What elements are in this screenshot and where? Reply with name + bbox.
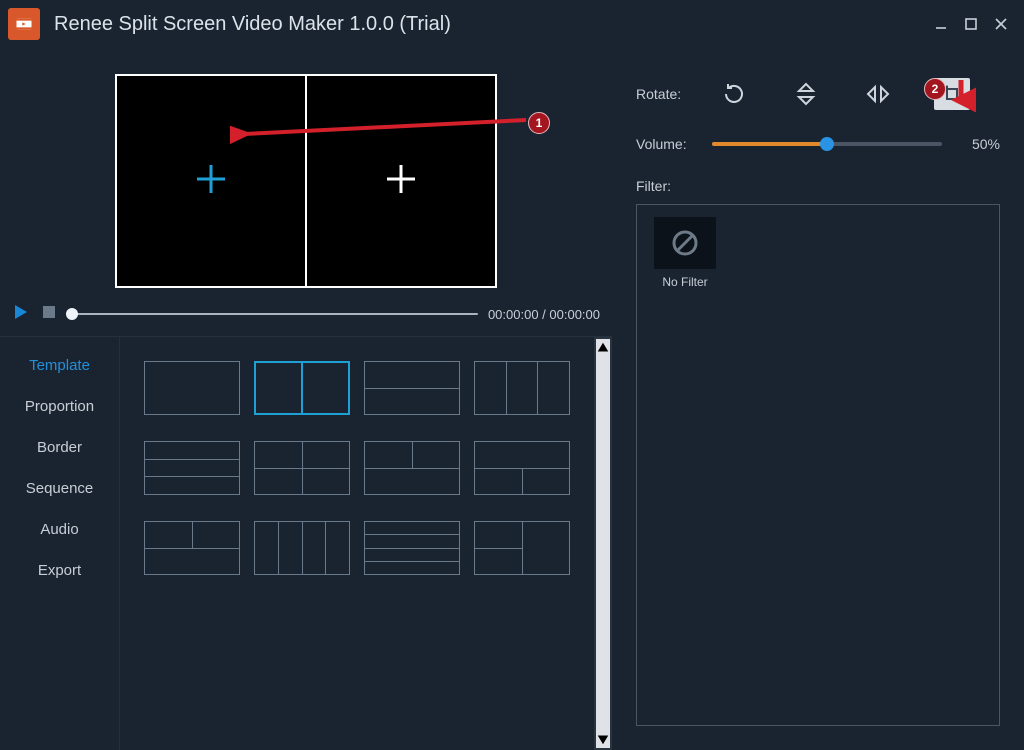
- scroll-down-icon[interactable]: [596, 730, 610, 748]
- filter-label: Filter:: [636, 178, 1000, 194]
- tab-audio[interactable]: Audio: [0, 509, 119, 550]
- close-button[interactable]: [990, 13, 1012, 35]
- scroll-up-icon[interactable]: [596, 339, 610, 357]
- template-mix-b[interactable]: [474, 521, 570, 575]
- template-1x1[interactable]: [144, 361, 240, 415]
- timecode: 00:00:00 / 00:00:00: [488, 307, 600, 322]
- rotate-row: Rotate:: [636, 78, 1000, 110]
- volume-label: Volume:: [636, 136, 708, 152]
- right-panel: Rotate: Volume:: [612, 48, 1024, 750]
- title-bar: Renee Split Screen Video Maker 1.0.0 (Tr…: [0, 0, 1024, 48]
- template-4x1[interactable]: [364, 521, 460, 575]
- template-l-shape-b[interactable]: [474, 441, 570, 495]
- preview-cell-left[interactable]: [117, 76, 305, 286]
- filter-no-filter[interactable]: No Filter: [649, 217, 721, 289]
- tab-export[interactable]: Export: [0, 550, 119, 591]
- volume-row: Volume: 50%: [636, 136, 1000, 152]
- playback-bar: 00:00:00 / 00:00:00: [0, 288, 612, 336]
- timeline-slider[interactable]: [68, 313, 478, 315]
- template-scrollbar[interactable]: [594, 337, 612, 750]
- maximize-button[interactable]: [960, 13, 982, 35]
- tab-sequence[interactable]: Sequence: [0, 468, 119, 509]
- add-clip-icon: [191, 159, 231, 204]
- annotation-badge-1: 1: [528, 112, 550, 134]
- side-tabs: Template Proportion Border Sequence Audi…: [0, 337, 120, 750]
- window-controls: [930, 13, 1016, 35]
- template-1x4[interactable]: [254, 521, 350, 575]
- template-3x1[interactable]: [144, 441, 240, 495]
- annotation-badge-2: 2: [924, 78, 946, 100]
- play-button[interactable]: [12, 303, 30, 326]
- volume-slider[interactable]: [712, 142, 942, 146]
- filter-name: No Filter: [662, 275, 707, 289]
- rotate-label: Rotate:: [636, 86, 708, 102]
- template-2x1[interactable]: [364, 361, 460, 415]
- template-grid: [120, 337, 594, 750]
- flip-vertical-button[interactable]: [790, 78, 822, 110]
- app-title: Renee Split Screen Video Maker 1.0.0 (Tr…: [54, 13, 930, 36]
- preview-cell-right[interactable]: [305, 76, 495, 286]
- no-filter-icon: [654, 217, 716, 269]
- minimize-button[interactable]: [930, 13, 952, 35]
- stop-button[interactable]: [40, 303, 58, 326]
- template-2x2[interactable]: [254, 441, 350, 495]
- template-l-shape-a[interactable]: [364, 441, 460, 495]
- preview-area: [0, 48, 612, 288]
- split-preview: [115, 74, 497, 288]
- filter-list: No Filter: [636, 204, 1000, 726]
- template-mix-a[interactable]: [144, 521, 240, 575]
- volume-value: 50%: [956, 136, 1000, 152]
- add-clip-icon: [381, 159, 421, 204]
- tab-border[interactable]: Border: [0, 427, 119, 468]
- tab-template[interactable]: Template: [0, 345, 119, 386]
- template-1x3[interactable]: [474, 361, 570, 415]
- flip-horizontal-button[interactable]: [862, 78, 894, 110]
- template-1x2[interactable]: [254, 361, 350, 415]
- rotate-cw-button[interactable]: [718, 78, 750, 110]
- left-column: 00:00:00 / 00:00:00 Template Proportion …: [0, 48, 612, 750]
- volume-thumb-icon[interactable]: [820, 137, 834, 151]
- app-logo-icon: [8, 8, 40, 40]
- tab-proportion[interactable]: Proportion: [0, 386, 119, 427]
